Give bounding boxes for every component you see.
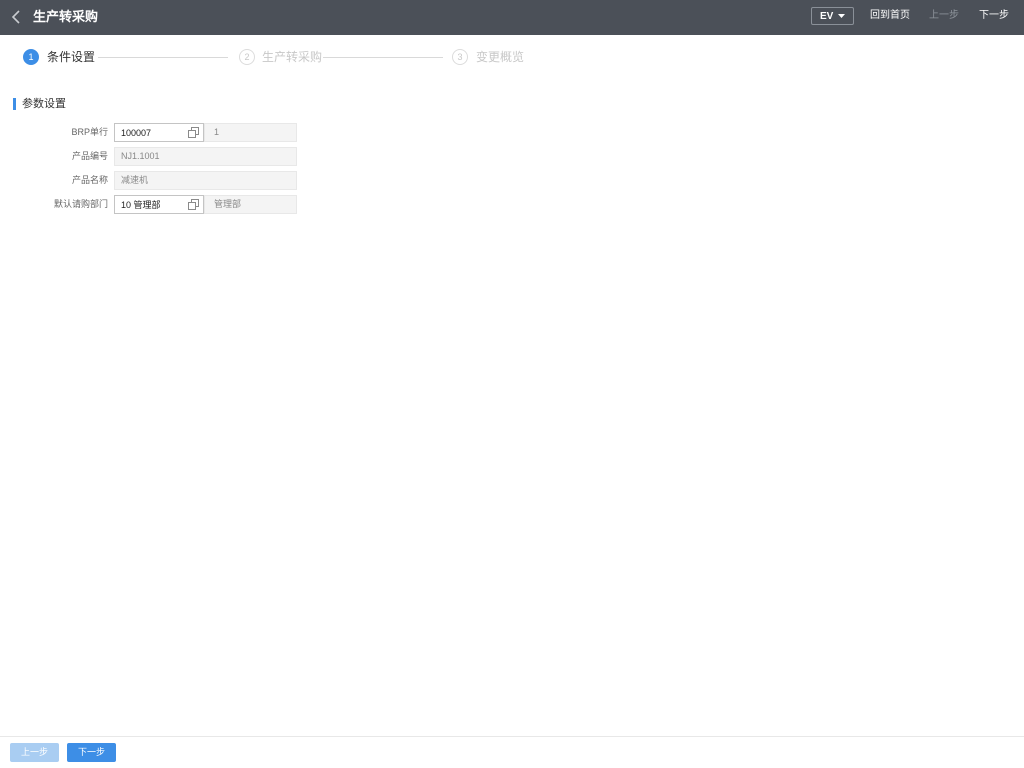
step-number: 2 [239, 49, 255, 65]
brp-row-field[interactable] [114, 123, 204, 142]
top-bar: 生产转采购 EV 回到首页 上一步 下一步 [0, 0, 1024, 35]
product-name-display: 减速机 [114, 171, 297, 190]
copy-icon[interactable] [188, 199, 199, 210]
field-label: 产品编号 [71, 151, 108, 161]
step-number: 3 [452, 49, 468, 65]
department-input[interactable] [115, 196, 191, 213]
step-connector [323, 57, 443, 58]
field-label: 默认请购部门 [53, 199, 108, 209]
form-row-brp: BRP单行 1 [0, 123, 300, 142]
copy-icon[interactable] [188, 127, 199, 138]
step-connector [98, 57, 228, 58]
department-display: 管理部 [204, 195, 297, 214]
field-label: 产品名称 [71, 175, 108, 185]
language-select-value: EV [820, 11, 834, 22]
step-label: 变更概览 [476, 50, 525, 64]
form-row-product-name: 产品名称 减速机 [0, 171, 300, 190]
step-label: 条件设置 [47, 50, 96, 64]
brp-row-input[interactable] [115, 124, 191, 141]
header-next-step-button[interactable]: 下一步 [979, 10, 1009, 22]
step-label: 生产转采购 [262, 50, 323, 64]
form-row-product-code: 产品编号 NJ1.1001 [0, 147, 300, 166]
home-link[interactable]: 回到首页 [870, 10, 910, 22]
page: 生产转采购 EV 回到首页 上一步 下一步 1 条件设置 2 生产转采购 3 变… [0, 0, 1024, 768]
header-prev-step-button[interactable]: 上一步 [929, 10, 959, 22]
product-code-display: NJ1.1001 [114, 147, 297, 166]
department-field[interactable] [114, 195, 204, 214]
brp-row-display: 1 [204, 123, 297, 142]
prev-step-button[interactable]: 上一步 [10, 743, 59, 762]
page-title: 生产转采购 [33, 9, 99, 24]
chevron-left-icon[interactable] [11, 10, 21, 24]
language-select[interactable]: EV [811, 7, 854, 25]
field-label: BRP单行 [71, 127, 108, 137]
footer-divider [0, 736, 1024, 737]
caret-down-icon [838, 14, 845, 18]
section-accent-bar [13, 98, 16, 110]
section-title: 参数设置 [22, 98, 66, 110]
next-step-button[interactable]: 下一步 [67, 743, 116, 762]
step-number: 1 [23, 49, 39, 65]
form-row-department: 默认请购部门 管理部 [0, 195, 300, 214]
